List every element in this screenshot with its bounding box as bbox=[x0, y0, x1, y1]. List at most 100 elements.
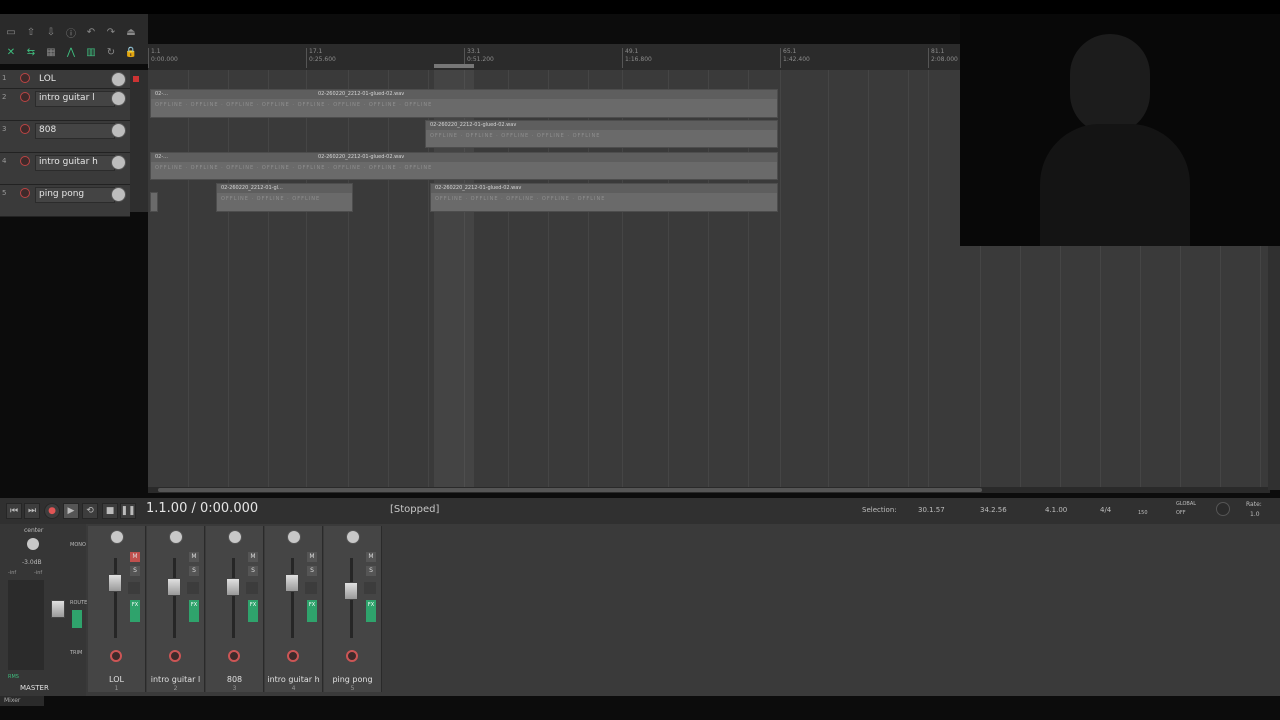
redo-icon[interactable]: ↷ bbox=[105, 26, 117, 38]
selection-end[interactable]: 34.2.56 bbox=[980, 506, 1007, 514]
trim-button[interactable]: TRIM bbox=[70, 650, 82, 656]
rate-value[interactable]: 1.0 bbox=[1250, 511, 1260, 518]
repeat-icon[interactable]: ⟲ bbox=[82, 503, 98, 519]
save-project-icon[interactable]: ⇩ bbox=[45, 26, 57, 38]
loop-icon[interactable]: ↻ bbox=[105, 46, 117, 58]
solo-button[interactable]: S bbox=[130, 566, 140, 576]
timeline-ruler[interactable]: 1.1 0:00.000 17.1 0:25.600 33.1 0:51.200 49… bbox=[148, 44, 960, 71]
media-item[interactable]: 02-... 02-260220_2212-01-glued-02.wav OFF… bbox=[150, 152, 778, 180]
solo-button[interactable]: S bbox=[248, 566, 258, 576]
volume-knob[interactable] bbox=[111, 72, 126, 87]
mute-button[interactable]: M bbox=[366, 552, 376, 562]
record-arm-button[interactable] bbox=[169, 650, 181, 662]
project-settings-icon[interactable]: ⓘ bbox=[65, 26, 77, 40]
stop-button[interactable]: ■ bbox=[102, 503, 118, 519]
record-arm-button[interactable] bbox=[20, 92, 30, 102]
volume-fader[interactable] bbox=[167, 578, 181, 596]
snap-icon[interactable]: ⋀ bbox=[65, 46, 77, 58]
solo-button[interactable]: S bbox=[366, 566, 376, 576]
grid-icon[interactable]: ▦ bbox=[45, 46, 57, 58]
go-to-start-icon[interactable]: ⏮ bbox=[6, 503, 22, 519]
mixer-strip[interactable]: M S FX 808 3 bbox=[206, 526, 264, 692]
pan-knob[interactable] bbox=[228, 530, 242, 544]
mute-button[interactable]: M bbox=[307, 552, 317, 562]
lock-icon[interactable]: 🔒 bbox=[125, 46, 137, 58]
track-name[interactable]: LOL bbox=[35, 72, 115, 88]
mixer-tab[interactable]: Mixer bbox=[0, 696, 44, 706]
record-arm-button[interactable] bbox=[228, 650, 240, 662]
bpm[interactable]: 150 bbox=[1138, 510, 1148, 516]
route-button[interactable]: ROUTE bbox=[70, 600, 87, 606]
mute-button[interactable]: M bbox=[248, 552, 258, 562]
master-pan-knob[interactable] bbox=[27, 538, 39, 550]
scrollbar-thumb[interactable] bbox=[158, 488, 982, 492]
track-header[interactable]: 4 intro guitar h bbox=[0, 153, 130, 185]
loop-selection-bar[interactable] bbox=[434, 64, 474, 68]
mute-button[interactable]: M bbox=[189, 552, 199, 562]
track-header[interactable]: 1 LOL bbox=[0, 70, 139, 89]
pause-button[interactable]: ❚❚ bbox=[120, 503, 136, 519]
pan-knob[interactable] bbox=[169, 530, 183, 544]
play-button[interactable]: ▶ bbox=[63, 503, 79, 519]
media-item[interactable]: 02-260220_2212-01-glued-02.wav OFFLINE ·… bbox=[430, 183, 778, 212]
fx-button[interactable]: FX bbox=[248, 600, 258, 622]
pan-knob[interactable] bbox=[346, 530, 360, 544]
master-fader[interactable] bbox=[51, 600, 65, 618]
media-item[interactable]: 02-... 02-260220_2212-01-glued-02.wav OFF… bbox=[150, 89, 778, 118]
fx-button[interactable]: FX bbox=[130, 600, 140, 622]
mixer-strip[interactable]: M S FX ping pong 5 bbox=[324, 526, 382, 692]
record-arm-button[interactable] bbox=[346, 650, 358, 662]
mixer-strip[interactable]: M S FX intro guitar h 4 bbox=[265, 526, 323, 692]
volume-knob[interactable] bbox=[111, 187, 126, 202]
solo-button[interactable]: S bbox=[307, 566, 317, 576]
volume-knob[interactable] bbox=[111, 91, 126, 106]
arrange-view-extension[interactable] bbox=[960, 246, 1270, 490]
fx-button[interactable]: FX bbox=[189, 600, 199, 622]
envelope-button[interactable] bbox=[364, 582, 376, 594]
pan-knob[interactable] bbox=[287, 530, 301, 544]
record-arm-button[interactable] bbox=[110, 650, 122, 662]
volume-fader[interactable] bbox=[108, 574, 122, 592]
go-to-end-icon[interactable]: ⏭ bbox=[24, 503, 40, 519]
mute-button[interactable]: M bbox=[130, 552, 140, 562]
arrange-view[interactable]: 02-... 02-260220_2212-01-glued-02.wav OFF… bbox=[148, 70, 960, 490]
volume-fader[interactable] bbox=[226, 578, 240, 596]
track-name[interactable]: ping pong bbox=[35, 187, 115, 203]
new-project-icon[interactable]: ▭ bbox=[5, 26, 17, 38]
undo-icon[interactable]: ↶ bbox=[85, 26, 97, 38]
volume-knob[interactable] bbox=[111, 155, 126, 170]
track-header[interactable]: 3 808 bbox=[0, 121, 130, 153]
time-signature[interactable]: 4/4 bbox=[1100, 506, 1111, 514]
horizontal-scrollbar[interactable] bbox=[148, 487, 1270, 493]
track-header[interactable]: 5 ping pong bbox=[0, 185, 130, 217]
record-arm-button[interactable] bbox=[20, 188, 30, 198]
master-fx-button[interactable] bbox=[72, 610, 82, 628]
trim-icon[interactable]: ✕ bbox=[5, 46, 17, 58]
record-arm-button[interactable] bbox=[287, 650, 299, 662]
record-arm-button[interactable] bbox=[20, 124, 30, 134]
record-arm-button[interactable] bbox=[20, 73, 30, 83]
record-button[interactable]: ● bbox=[44, 503, 60, 519]
ripple-icon[interactable]: ⇆ bbox=[25, 46, 37, 58]
volume-fader[interactable] bbox=[344, 582, 358, 600]
selection-start[interactable]: 30.1.57 bbox=[918, 506, 945, 514]
global-envelope-label[interactable]: GLOBAL bbox=[1176, 501, 1196, 507]
mixer-strip[interactable]: M S FX LOL 1 bbox=[88, 526, 146, 692]
solo-button[interactable]: S bbox=[189, 566, 199, 576]
mixer-strip[interactable]: M S FX intro guitar l 2 bbox=[147, 526, 205, 692]
fx-button[interactable]: FX bbox=[307, 600, 317, 622]
media-item[interactable]: 02-260220_2212-01-glued-02.wav OFFLINE ·… bbox=[425, 120, 778, 148]
global-envelope-state[interactable]: OFF bbox=[1176, 510, 1186, 516]
volume-fader[interactable] bbox=[285, 574, 299, 592]
track-header[interactable]: 2 intro guitar l bbox=[0, 89, 130, 121]
track-name[interactable]: 808 bbox=[35, 123, 115, 139]
envelope-button[interactable] bbox=[305, 582, 317, 594]
time-display[interactable]: 1.1.00 / 0:00.000 bbox=[146, 501, 258, 516]
volume-knob[interactable] bbox=[111, 123, 126, 138]
envelope-button[interactable] bbox=[128, 582, 140, 594]
envelope-button[interactable] bbox=[246, 582, 258, 594]
vertical-scrollbar[interactable] bbox=[1268, 246, 1280, 490]
rate-knob[interactable] bbox=[1216, 502, 1230, 516]
pan-knob[interactable] bbox=[110, 530, 124, 544]
track-name[interactable]: intro guitar l bbox=[35, 91, 115, 107]
